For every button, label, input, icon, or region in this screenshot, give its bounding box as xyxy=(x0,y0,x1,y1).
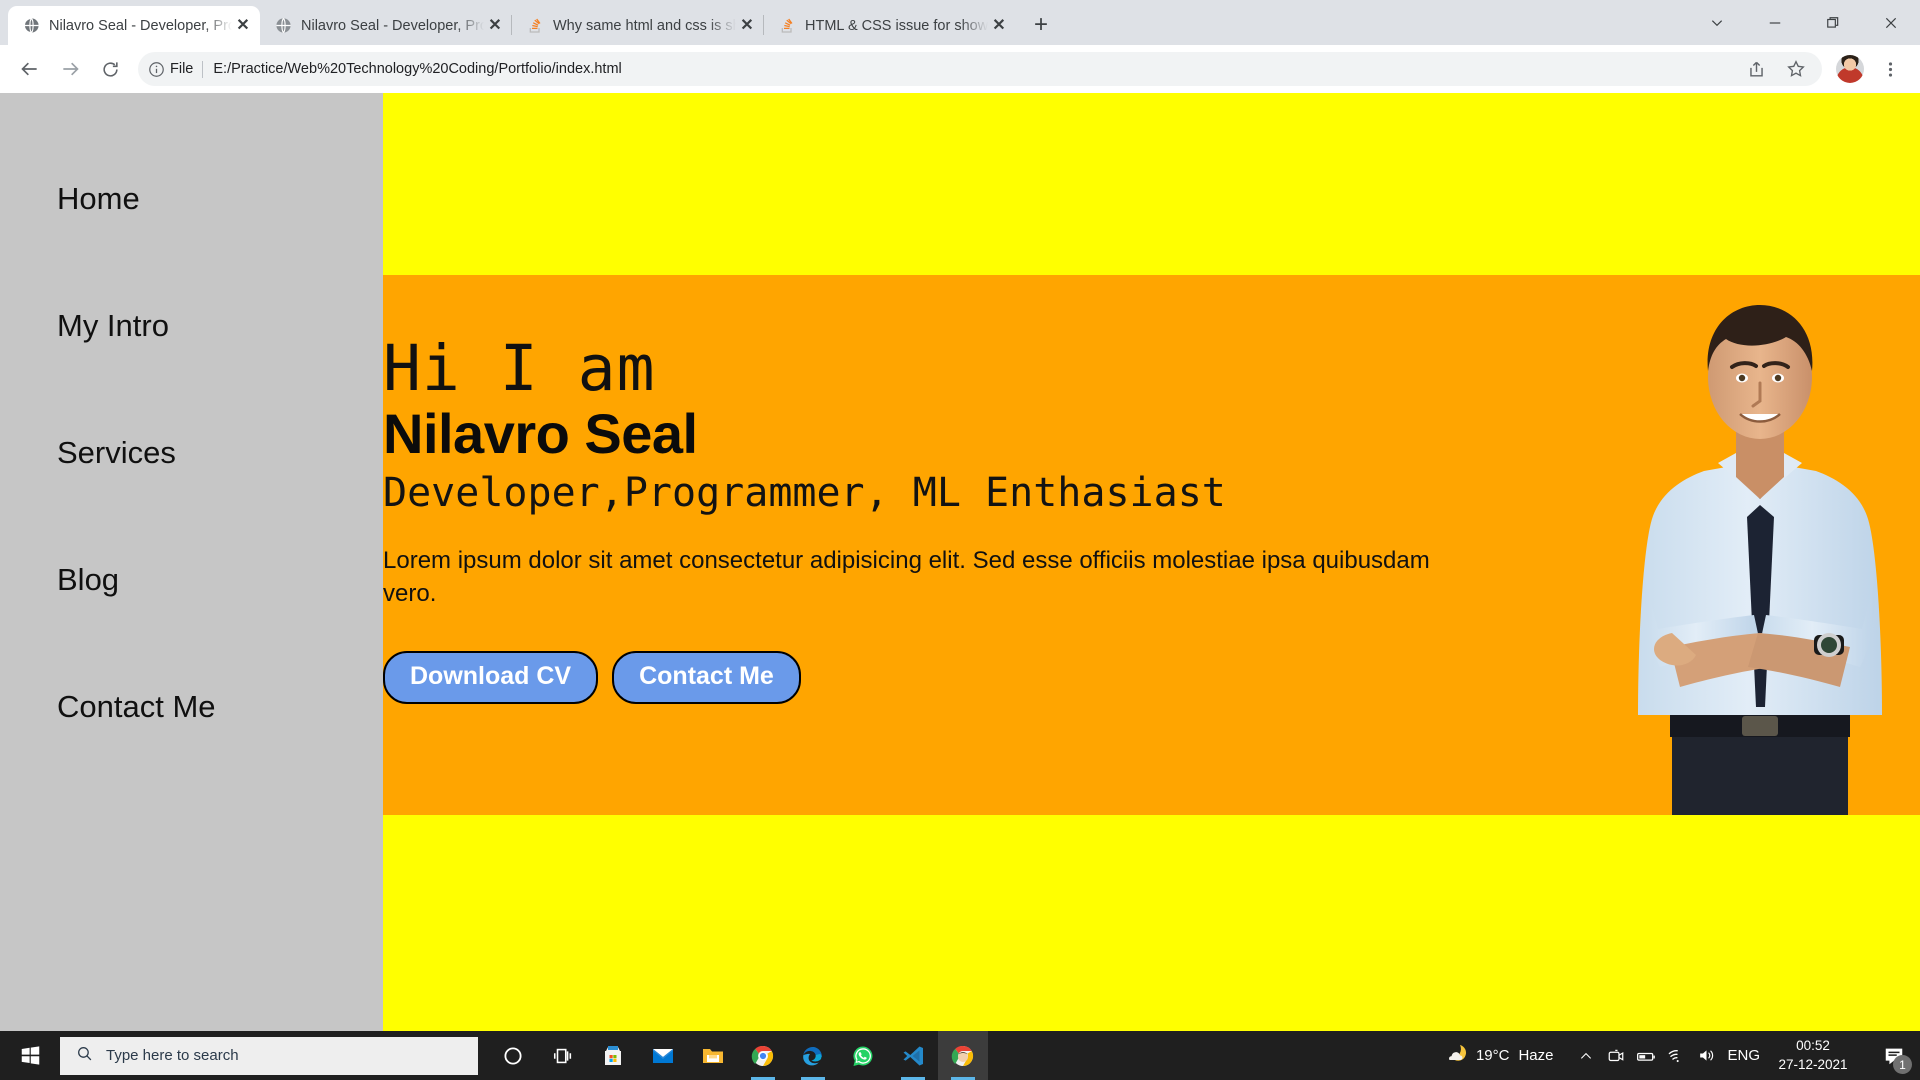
hero-greeting: Hi I am xyxy=(383,332,656,405)
sidebar-item-label: Services xyxy=(57,435,176,470)
whatsapp-icon[interactable] xyxy=(838,1031,888,1080)
weather-widget[interactable]: 19°C Haze xyxy=(1443,1042,1554,1070)
info-icon[interactable] xyxy=(142,55,170,83)
clock-time: 00:52 xyxy=(1796,1038,1830,1054)
star-icon[interactable] xyxy=(1776,49,1816,89)
taskbar-app-list xyxy=(488,1031,988,1080)
new-tab-button[interactable]: + xyxy=(1024,8,1058,42)
tab-title: Nilavro Seal - Developer, Programmer, ML… xyxy=(301,17,484,34)
reload-icon[interactable] xyxy=(90,49,130,89)
sidebar-item-label: Home xyxy=(57,181,140,216)
volume-icon[interactable] xyxy=(1691,1031,1721,1080)
tab-search-button[interactable] xyxy=(1688,0,1746,45)
browser-toolbar: File E:/Practice/Web%20Technology%20Codi… xyxy=(0,45,1920,93)
sidebar-item-label: Contact Me xyxy=(57,689,216,724)
browser-tab-3[interactable]: Why same html and css is showing differe… xyxy=(511,6,764,45)
chevron-up-icon[interactable] xyxy=(1571,1031,1601,1080)
sidebar-item-blog[interactable]: Blog xyxy=(0,562,383,689)
restore-button[interactable] xyxy=(1804,0,1862,45)
url-text[interactable]: E:/Practice/Web%20Technology%20Coding/Po… xyxy=(213,61,1736,77)
address-bar[interactable]: File E:/Practice/Web%20Technology%20Codi… xyxy=(138,52,1822,86)
windows-start-icon[interactable] xyxy=(0,1031,60,1080)
search-icon xyxy=(76,1045,93,1067)
back-arrow-icon[interactable] xyxy=(10,49,50,89)
weather-temperature: 19°C xyxy=(1475,1047,1510,1064)
sidebar-item-contact-me[interactable]: Contact Me xyxy=(0,689,383,816)
hero-text-block: Hi I am Nilavro Seal Developer,Programme… xyxy=(383,275,1920,704)
browser-window: Nilavro Seal - Developer, Programmer, ML… xyxy=(0,0,1920,1080)
edge-icon[interactable] xyxy=(788,1031,838,1080)
forward-arrow-icon[interactable] xyxy=(50,49,90,89)
tab-title: Nilavro Seal - Developer, Programmer, ML… xyxy=(49,17,232,34)
hero-description: Lorem ipsum dolor sit amet consectetur a… xyxy=(383,547,1430,608)
tab-close-button[interactable]: ✕ xyxy=(988,15,1010,37)
sidebar-item-label: Blog xyxy=(57,562,120,597)
three-dot-menu-icon[interactable] xyxy=(1870,49,1910,89)
task-view-icon[interactable] xyxy=(538,1031,588,1080)
taskbar-search-input[interactable]: Type here to search xyxy=(60,1036,478,1075)
window-controls xyxy=(1688,0,1920,45)
sidebar-item-my-intro[interactable]: My Intro xyxy=(0,308,383,435)
chrome-active-icon[interactable] xyxy=(938,1031,988,1080)
system-tray: 19°C Haze ENG 00:52 27-12-2021 1 xyxy=(1443,1031,1920,1080)
camera-icon[interactable] xyxy=(1601,1031,1631,1080)
stackoverflow-icon xyxy=(526,17,544,35)
wifi-icon[interactable] xyxy=(1661,1031,1691,1080)
browser-tab-4[interactable]: HTML & CSS issue for showing UI ✕ xyxy=(763,6,1016,45)
hero-role: Developer,Programmer, ML Enthasiast xyxy=(383,470,1226,517)
sidebar-item-home[interactable]: Home xyxy=(0,181,383,308)
vscode-icon[interactable] xyxy=(888,1031,938,1080)
page-content: Hi I am Nilavro Seal Developer,Programme… xyxy=(383,93,1920,1031)
globe-icon xyxy=(274,17,292,35)
download-cv-button[interactable]: Download CV xyxy=(383,650,599,704)
minimize-button[interactable] xyxy=(1746,0,1804,45)
microsoft-store-icon[interactable] xyxy=(588,1031,638,1080)
hero-section: Hi I am Nilavro Seal Developer,Programme… xyxy=(383,275,1920,815)
notification-count-badge: 1 xyxy=(1893,1055,1912,1074)
hero-button-row: Download CV Contact Me xyxy=(383,650,1920,704)
cortana-icon[interactable] xyxy=(488,1031,538,1080)
share-icon[interactable] xyxy=(1736,49,1776,89)
hero-name: Nilavro Seal xyxy=(383,402,698,465)
profile-avatar[interactable] xyxy=(1830,49,1870,89)
tab-strip: Nilavro Seal - Developer, Programmer, ML… xyxy=(0,0,1920,45)
contact-me-button[interactable]: Contact Me xyxy=(612,650,801,704)
tab-close-button[interactable]: ✕ xyxy=(232,15,254,37)
tab-close-button[interactable]: ✕ xyxy=(484,15,506,37)
search-placeholder: Type here to search xyxy=(106,1047,239,1064)
browser-tab-1[interactable]: Nilavro Seal - Developer, Programmer, ML… xyxy=(8,6,260,45)
globe-icon xyxy=(22,17,40,35)
windows-taskbar: Type here to search 19°C Haze ENG 00:52 … xyxy=(0,1031,1920,1080)
omnibox-divider xyxy=(202,60,204,78)
tab-title: HTML & CSS issue for showing UI xyxy=(805,17,988,34)
weather-description: Haze xyxy=(1518,1047,1554,1064)
chrome-icon[interactable] xyxy=(738,1031,788,1080)
mail-icon[interactable] xyxy=(638,1031,688,1080)
notification-center-button[interactable]: 1 xyxy=(1872,1031,1916,1080)
sidebar-item-label: My Intro xyxy=(57,308,169,343)
language-indicator[interactable]: ENG xyxy=(1727,1047,1760,1064)
moon-icon xyxy=(1443,1042,1467,1070)
url-scheme-label: File xyxy=(170,61,194,77)
avatar xyxy=(1836,55,1864,83)
stackoverflow-icon xyxy=(778,17,796,35)
clock-widget[interactable]: 00:52 27-12-2021 xyxy=(1770,1037,1856,1073)
sidebar-item-services[interactable]: Services xyxy=(0,435,383,562)
page-viewport: Home My Intro Services Blog Contact Me H… xyxy=(0,93,1920,1031)
clock-date: 27-12-2021 xyxy=(1778,1056,1848,1072)
battery-icon[interactable] xyxy=(1631,1031,1661,1080)
omnibox-actions xyxy=(1736,49,1816,89)
close-window-button[interactable] xyxy=(1862,0,1920,45)
browser-tab-2[interactable]: Nilavro Seal - Developer, Programmer, ML… xyxy=(260,6,512,45)
file-explorer-icon[interactable] xyxy=(688,1031,738,1080)
tab-title: Why same html and css is showing differe… xyxy=(553,17,736,34)
tab-close-button[interactable]: ✕ xyxy=(736,15,758,37)
site-sidebar: Home My Intro Services Blog Contact Me xyxy=(0,93,383,1031)
